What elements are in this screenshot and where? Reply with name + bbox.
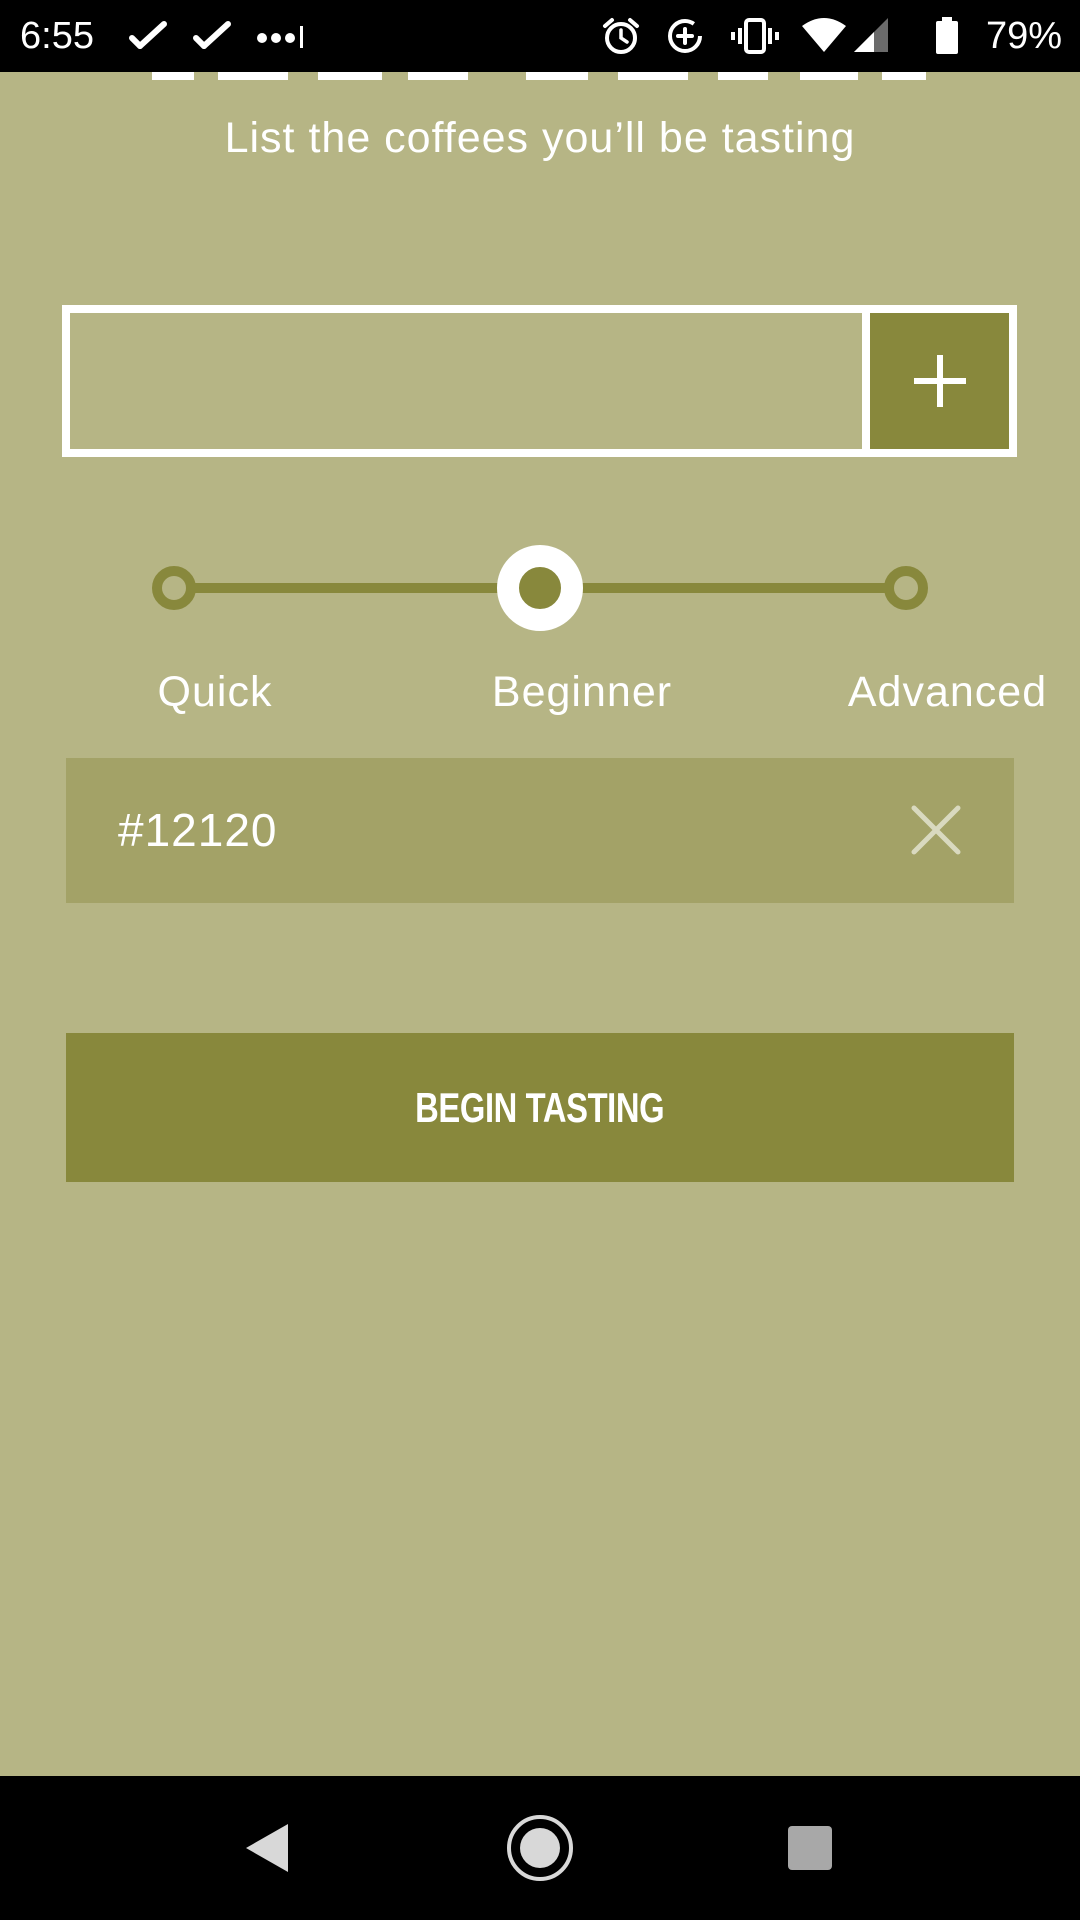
level-stop-advanced[interactable] — [884, 566, 928, 610]
phone-check-icon — [129, 21, 167, 49]
status-time: 6:55 — [20, 15, 94, 57]
home-button[interactable] — [498, 1806, 582, 1890]
signal-icon — [854, 18, 888, 52]
alarm-icon — [603, 18, 639, 54]
back-button[interactable] — [225, 1806, 309, 1890]
phone-check-icon — [193, 21, 231, 49]
recents-button[interactable] — [768, 1806, 852, 1890]
coffee-item-name: #12120 — [118, 804, 278, 856]
home-icon — [507, 1815, 573, 1881]
data-saver-icon — [668, 19, 702, 53]
more-dots-icon — [257, 26, 303, 48]
navigation-bar — [0, 1776, 1080, 1920]
begin-tasting-button[interactable]: BEGIN TASTING — [66, 1033, 1014, 1182]
vibrate-icon — [731, 18, 779, 54]
recents-icon — [788, 1826, 832, 1870]
status-bar: 6:55 79% — [0, 0, 1080, 72]
begin-tasting-label: BEGIN TASTING — [415, 1083, 665, 1131]
coffee-name-input[interactable] — [70, 313, 870, 449]
level-label-quick[interactable]: Quick — [95, 664, 335, 720]
battery-percent: 79% — [985, 15, 1062, 57]
back-icon — [246, 1824, 288, 1872]
plus-icon — [913, 355, 966, 407]
level-label-advanced[interactable]: Advanced — [820, 664, 1075, 720]
level-label-beginner[interactable]: Beginner — [432, 664, 732, 720]
coffee-list-item: #12120 — [66, 758, 1014, 903]
add-coffee-button[interactable] — [870, 313, 1009, 449]
wifi-icon — [802, 18, 846, 52]
page-subtitle: List the coffees you’ll be tasting — [224, 114, 856, 162]
page-title-remnant — [140, 72, 940, 80]
close-icon[interactable] — [908, 802, 964, 858]
level-stop-quick[interactable] — [152, 566, 196, 610]
battery-icon — [936, 17, 958, 54]
add-coffee-row — [62, 305, 1017, 457]
level-stop-beginner[interactable] — [497, 545, 583, 631]
